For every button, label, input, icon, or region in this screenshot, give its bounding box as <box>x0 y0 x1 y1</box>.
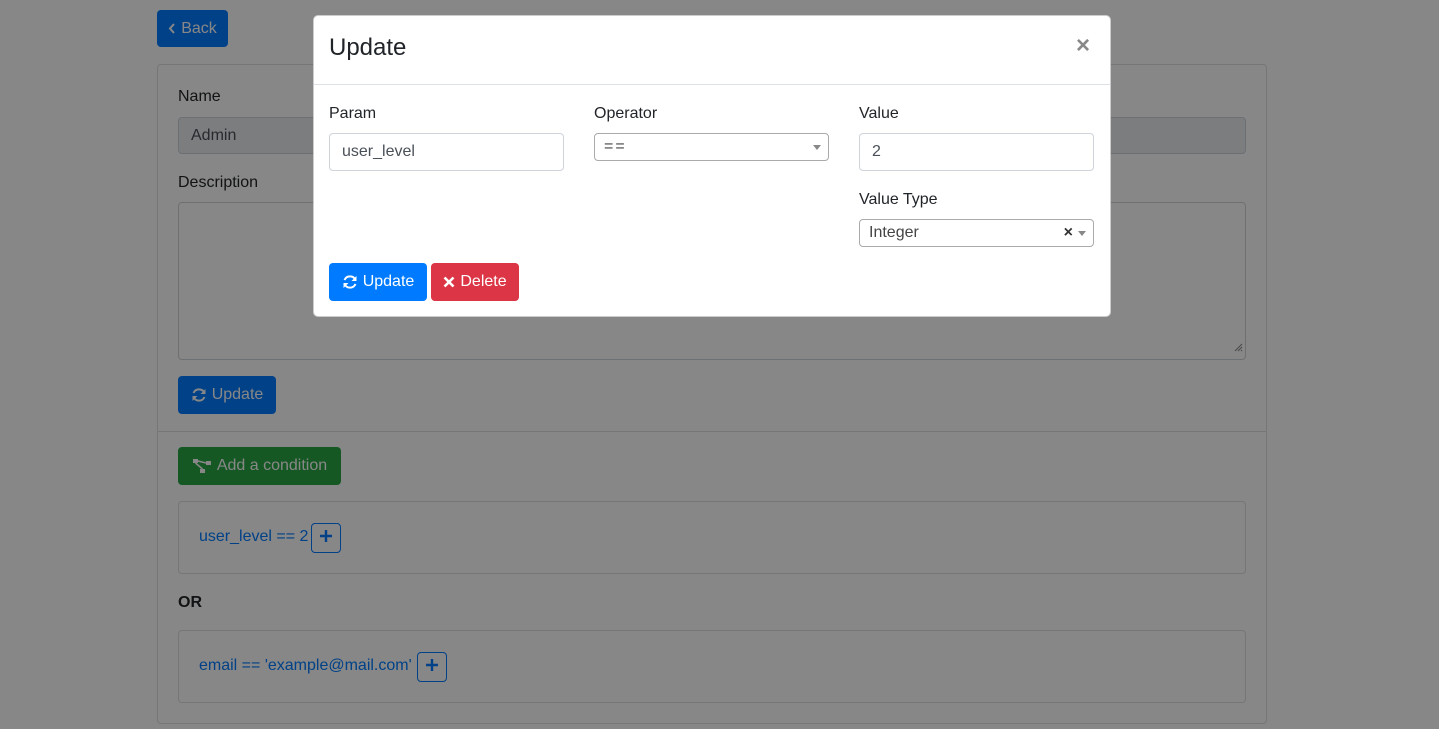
modal-header: Update × <box>314 16 1110 85</box>
modal-title: Update <box>329 34 407 61</box>
param-input[interactable]: user_level <box>329 133 564 171</box>
value-input[interactable]: 2 <box>859 133 1094 171</box>
operator-value: == <box>604 138 627 155</box>
value-type-value: Integer <box>869 224 919 241</box>
param-value: user_level <box>342 143 415 160</box>
refresh-icon <box>342 274 358 290</box>
modal-delete-button[interactable]: Delete <box>431 263 519 301</box>
chevron-down-icon <box>813 145 821 150</box>
clear-icon[interactable]: × <box>1064 224 1073 242</box>
close-icon[interactable]: × <box>1076 32 1090 60</box>
times-icon <box>443 276 455 288</box>
operator-select[interactable]: == <box>594 133 829 161</box>
update-condition-modal: Update × Param user_level Operator == Va… <box>313 15 1111 317</box>
value-label: Value <box>859 105 899 122</box>
param-label: Param <box>329 105 377 122</box>
operator-label: Operator <box>594 105 658 122</box>
chevron-down-icon <box>1078 231 1086 236</box>
value-type-label: Value Type <box>859 191 938 208</box>
modal-update-button[interactable]: Update <box>329 263 427 301</box>
value-type-select[interactable]: Integer × <box>859 219 1094 247</box>
modal-delete-label: Delete <box>460 273 507 290</box>
value-value: 2 <box>872 143 881 160</box>
modal-update-label: Update <box>362 273 415 290</box>
